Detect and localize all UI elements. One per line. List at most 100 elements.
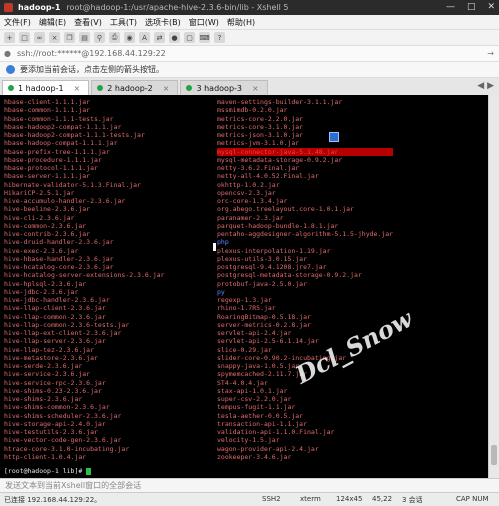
scrollbar-thumb[interactable] bbox=[491, 445, 497, 465]
file-entry: hive-testutils-2.3.6.jar bbox=[4, 428, 98, 436]
tab-close-icon[interactable]: × bbox=[163, 84, 170, 93]
file-entry: metrics-json-3.1.0.jar bbox=[217, 131, 304, 139]
keyboard-icon[interactable]: ⌨ bbox=[199, 32, 210, 43]
file-entry: plexus-utils-3.0.15.jar bbox=[217, 254, 308, 263]
file-entry: hive-contrib-2.3.6.jar bbox=[4, 230, 91, 238]
file-entry: velocity-1.5.jar bbox=[217, 436, 280, 445]
font-icon[interactable]: A bbox=[139, 32, 150, 43]
status-caps: CAP NUM bbox=[456, 495, 489, 503]
file-entry: hive-shims-scheduler-2.3.6.jar bbox=[4, 411, 122, 420]
open-folder-icon[interactable]: □ bbox=[19, 32, 30, 43]
print-icon[interactable]: ⎙ bbox=[109, 32, 120, 43]
link-icon[interactable]: ∞ bbox=[34, 32, 45, 43]
menu-file[interactable]: 文件(F) bbox=[4, 17, 31, 28]
tab-hadoop-3[interactable]: 3 hadoop-3 × bbox=[180, 80, 268, 95]
file-entry: maven-settings-builder-3.1.1.jar bbox=[217, 98, 343, 106]
file-entry: okhttp-1.0.2.jar bbox=[217, 180, 280, 189]
file-entry: hive-cli-2.3.6.jar bbox=[4, 213, 75, 222]
prompt-text: [root@hadoop-1 lib]# bbox=[4, 467, 87, 475]
menu-bar: 文件(F) 编辑(E) 查看(V) 工具(T) 选项卡(B) 窗口(W) 帮助(… bbox=[0, 15, 499, 30]
file-entry: hive-hcatalog-core-2.3.6.jar bbox=[4, 263, 114, 271]
file-entry: postgresql-9.4.1208.jre7.jar bbox=[217, 263, 327, 271]
file-entry: metrics-core-3.1.0.jar bbox=[217, 122, 304, 131]
menu-help[interactable]: 帮助(H) bbox=[227, 17, 255, 28]
file-entry: paranamer-2.3.jar bbox=[217, 213, 284, 222]
lock-icon[interactable]: ● bbox=[169, 32, 180, 43]
tab-close-icon[interactable]: × bbox=[74, 84, 81, 93]
shell-prompt[interactable]: [root@hadoop-1 lib]# bbox=[4, 467, 92, 475]
close-icon[interactable]: ✕ bbox=[487, 2, 495, 12]
tab-hadoop-2[interactable]: 2 hadoop-2 × bbox=[91, 80, 179, 95]
fullscreen-icon[interactable]: ▢ bbox=[184, 32, 195, 43]
tip-text: 要添加当前会话，点击左侧的箭头按钮。 bbox=[20, 65, 164, 74]
file-entry: super-csv-2.2.0.jar bbox=[217, 395, 292, 403]
file-entry: postgresql-metadata-storage-0.9.2.jar bbox=[217, 271, 362, 280]
file-entry: hive-exec-2.3.6.jar bbox=[4, 246, 79, 255]
status-bar: 已连接 192.168.44.129:22。 SSH2 xterm 124x45… bbox=[0, 492, 499, 506]
window-title: hadoop-1 bbox=[18, 3, 61, 12]
file-entry: hive-jdbc-2.3.6.jar bbox=[4, 287, 79, 296]
file-entry: hbase-protocol-1.1.1.jar bbox=[4, 164, 98, 172]
disconnect-icon[interactable]: × bbox=[49, 32, 60, 43]
menu-view[interactable]: 查看(V) bbox=[74, 17, 102, 28]
toolbar: + □ ∞ × ❐ ▤ ⚲ ⎙ ◉ A ⇄ ● ▢ ⌨ ? bbox=[0, 30, 499, 46]
connected-status-icon bbox=[186, 85, 193, 91]
title-bar: hadoop-1 root@hadoop-1:/usr/apache-hive-… bbox=[0, 0, 499, 15]
file-entry: hive-beeline-2.3.6.jar bbox=[4, 205, 91, 214]
copy-icon[interactable]: ❐ bbox=[64, 32, 75, 43]
terminal-output[interactable]: hbase-client-1.1.1.jar hbase-common-1.1.1… bbox=[0, 95, 488, 478]
file-entry: org.abego.treelayout.core-1.0.1.jar bbox=[217, 205, 354, 214]
file-entry: zookeeper-3.4.6.jar bbox=[217, 452, 292, 461]
file-entry: plexus-interpolation-1.19.jar bbox=[217, 246, 331, 255]
file-entry: hive-llap-server-2.3.6.jar bbox=[4, 337, 106, 346]
file-entry: hive-shims-2.3.6.jar bbox=[4, 395, 83, 403]
menu-tabs[interactable]: 选项卡(B) bbox=[145, 17, 181, 28]
transfer-icon[interactable]: ⇄ bbox=[154, 32, 165, 43]
file-entry: hbase-server-1.1.1.jar bbox=[4, 172, 91, 181]
file-entry: hive-llap-ext-client-2.3.6.jar bbox=[4, 329, 122, 337]
address-lock-icon: ● bbox=[4, 49, 11, 58]
compose-bar[interactable]: 发送文本到当前Xshell窗口的全部会话 bbox=[0, 478, 499, 492]
file-list-right-column: maven-settings-builder-3.1.1.jar mssmimdb… bbox=[217, 98, 394, 461]
help-icon[interactable]: ? bbox=[214, 32, 225, 43]
address-go-icon[interactable]: → bbox=[487, 49, 494, 58]
menu-edit[interactable]: 编辑(E) bbox=[39, 17, 66, 28]
file-entry: hive-llap-common-2.3.6-tests.jar bbox=[4, 320, 130, 329]
window-path: root@hadoop-1:/usr/apache-hive-2.3.6-bin… bbox=[66, 3, 289, 12]
menu-tools[interactable]: 工具(T) bbox=[110, 17, 137, 28]
file-entry: http-client-1.0.4.jar bbox=[4, 452, 87, 461]
tab-close-icon[interactable]: × bbox=[252, 84, 259, 93]
file-entry: hive-shims-common-2.3.6.jar bbox=[4, 403, 110, 412]
menu-window[interactable]: 窗口(W) bbox=[189, 17, 219, 28]
minimize-icon[interactable]: — bbox=[446, 2, 455, 12]
connected-status-icon bbox=[8, 85, 14, 91]
file-entry: hbase-hadoop2-compat-1.1.1.jar bbox=[4, 122, 122, 131]
session-tab-bar: 1 hadoop-1 × 2 hadoop-2 × 3 hadoop-3 × ◀… bbox=[0, 78, 499, 95]
file-entry: hive-shims-0.23-2.3.6.jar bbox=[4, 386, 102, 395]
xshell-app-icon bbox=[4, 3, 13, 12]
connected-status-icon bbox=[97, 85, 104, 91]
terminal-scrollbar[interactable] bbox=[488, 95, 499, 478]
globe-icon[interactable]: ◉ bbox=[124, 32, 135, 43]
file-entry: hbase-prefix-tree-1.1.1.jar bbox=[4, 147, 110, 156]
address-bar[interactable]: ● ssh://root:******@192.168.44.129:22 → bbox=[0, 46, 499, 62]
new-session-icon[interactable]: + bbox=[4, 32, 15, 43]
tab-hadoop-1[interactable]: 1 hadoop-1 × bbox=[2, 80, 90, 95]
tab-label: 2 hadoop-2 bbox=[107, 83, 153, 93]
tab-scroll-icon[interactable]: ◀ ▶ bbox=[477, 81, 494, 91]
file-entry: hbase-procedure-1.1.1.jar bbox=[4, 155, 102, 164]
file-entry: validation-api-1.1.0.Final.jar bbox=[217, 428, 335, 436]
status-connected: 已连接 192.168.44.129:22。 bbox=[4, 496, 102, 504]
file-entry: mysql-metadata-storage-0.9.2.jar bbox=[217, 155, 343, 164]
file-entry: py bbox=[217, 287, 225, 296]
address-input[interactable]: ssh://root:******@192.168.44.129:22 bbox=[17, 49, 166, 58]
search-icon[interactable]: ⚲ bbox=[94, 32, 105, 43]
file-entry: HikariCP-2.5.1.jar bbox=[4, 188, 75, 197]
file-entry: pentaho-aggdesigner-algorithm-5.1.5-jhyd… bbox=[217, 230, 394, 238]
file-entry: hive-service-rpc-2.3.6.jar bbox=[4, 378, 106, 387]
file-entry: hive-llap-tez-2.3.6.jar bbox=[4, 345, 95, 354]
file-entry: hive-hcatalog-server-extensions-2.3.6.ja… bbox=[4, 271, 165, 280]
file-entry: wagon-provider-api-2.4.jar bbox=[217, 444, 319, 453]
paste-icon[interactable]: ▤ bbox=[79, 32, 90, 43]
maximize-icon[interactable]: □ bbox=[467, 2, 476, 12]
